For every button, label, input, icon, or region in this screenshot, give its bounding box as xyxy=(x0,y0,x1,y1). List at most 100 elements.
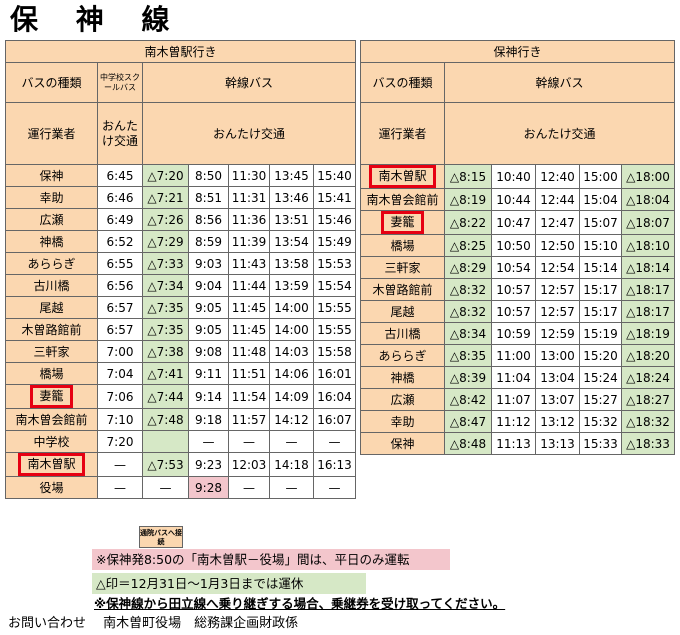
right-trunk-operator: おんたけ交通 xyxy=(444,102,675,165)
left-table-row: 橋場 7:04 △7:41 9:11 11:51 14:06 16:01 xyxy=(5,362,356,385)
trunk-bus-time: 15:04 xyxy=(579,188,622,211)
trunk-bus-time: 11:13 xyxy=(491,432,536,455)
trunk-bus-time: △8:22 xyxy=(444,210,492,235)
trunk-bus-time: 10:57 xyxy=(491,300,536,323)
trunk-bus-time: △18:00 xyxy=(621,164,675,189)
stop-name: 南木曽駅 xyxy=(18,453,85,476)
school-bus-time: 7:20 xyxy=(97,430,143,453)
trunk-bus-time: 15:14 xyxy=(579,256,622,279)
right-table-row: 幸助 △8:47 11:12 13:12 15:32 △18:32 xyxy=(360,410,675,433)
trunk-bus-time: 11:57 xyxy=(228,408,270,431)
trunk-bus-time: 15:55 xyxy=(313,296,356,319)
trunk-bus-time: 13:54 xyxy=(269,230,314,253)
trunk-bus-time: 9:08 xyxy=(188,340,229,363)
trunk-bus-time: △7:35 xyxy=(142,318,189,341)
trunk-bus-time: △18:14 xyxy=(621,256,675,279)
school-bus-time: 6:55 xyxy=(97,252,143,275)
trunk-bus-time: △8:35 xyxy=(444,344,492,367)
trunk-bus-time: 16:04 xyxy=(313,384,356,409)
note-weekday-only: ※保神発8:50の「南木曽駅－役場」間は、平日のみ運転 xyxy=(92,549,450,570)
trunk-bus-time: 9:14 xyxy=(188,384,229,409)
trunk-bus-time: 13:51 xyxy=(269,208,314,231)
trunk-bus-time: △7:48 xyxy=(142,408,189,431)
left-table-row: あららぎ 6:55 △7:33 9:03 11:43 13:58 15:53 xyxy=(5,252,356,275)
right-table-row: 神橋 △8:39 11:04 13:04 15:24 △18:24 xyxy=(360,366,675,389)
school-bus-time: 6:46 xyxy=(97,186,143,209)
trunk-bus-time: 16:07 xyxy=(313,408,356,431)
trunk-bus-time: 11:04 xyxy=(491,366,536,389)
left-trunk-bus-label: 幹線バス xyxy=(142,62,356,103)
trunk-bus-time: △18:10 xyxy=(621,234,675,257)
trunk-bus-time: — xyxy=(313,430,356,453)
trunk-bus-time: 12:57 xyxy=(535,300,580,323)
trunk-bus-time: △7:26 xyxy=(142,208,189,231)
trunk-bus-time: △18:24 xyxy=(621,366,675,389)
trunk-bus-time: 10:54 xyxy=(491,256,536,279)
school-bus-time: — xyxy=(97,452,143,477)
trunk-bus-time: 10:57 xyxy=(491,278,536,301)
trunk-bus-time: △8:42 xyxy=(444,388,492,411)
stop-name: 古川橋 xyxy=(384,327,421,341)
trunk-bus-time: 15:27 xyxy=(579,388,622,411)
trunk-bus-time: △8:47 xyxy=(444,410,492,433)
note-holiday-suspension: △印＝12月31日～1月3日までは運休 xyxy=(92,573,366,594)
trunk-bus-time: 11:45 xyxy=(228,318,270,341)
transfer-note: 通院バスへ接続 xyxy=(139,526,183,548)
trunk-bus-time: 10:44 xyxy=(491,188,536,211)
trunk-bus-time: 9:28 xyxy=(188,476,229,499)
right-table-row: 広瀬 △8:42 11:07 13:07 15:27 △18:27 xyxy=(360,388,675,411)
left-table-row: 尾越 6:57 △7:35 9:05 11:45 14:00 15:55 xyxy=(5,296,356,319)
trunk-bus-time: 10:47 xyxy=(491,210,536,235)
trunk-bus-time: 15:46 xyxy=(313,208,356,231)
stop-name: 役場 xyxy=(39,481,64,495)
trunk-bus-time: △7:34 xyxy=(142,274,189,297)
trunk-bus-time: 15:40 xyxy=(313,164,356,187)
trunk-bus-time: △7:38 xyxy=(142,340,189,363)
school-bus-label: 中学校スクールバス xyxy=(100,72,140,92)
trunk-bus-time: 11:07 xyxy=(491,388,536,411)
trunk-bus-time: 11:44 xyxy=(228,274,270,297)
trunk-bus-time: 9:04 xyxy=(188,274,229,297)
left-operator-label: 運行業者 xyxy=(5,102,98,165)
trunk-bus-time: 11:00 xyxy=(491,344,536,367)
stop-name: 三軒家 xyxy=(384,261,421,275)
trunk-bus-time: △8:34 xyxy=(444,322,492,345)
trunk-bus-time: △7:29 xyxy=(142,230,189,253)
right-table-row: 橋場 △8:25 10:50 12:50 15:10 △18:10 xyxy=(360,234,675,257)
trunk-bus-time: △7:44 xyxy=(142,384,189,409)
trunk-bus-time: 11:43 xyxy=(228,252,270,275)
trunk-bus-time: 15:32 xyxy=(579,410,622,433)
trunk-bus-time: 10:59 xyxy=(491,322,536,345)
trunk-bus-time: 15:49 xyxy=(313,230,356,253)
trunk-bus-time: 12:44 xyxy=(535,188,580,211)
school-bus-time: 7:06 xyxy=(97,384,143,409)
trunk-bus-time: △8:39 xyxy=(444,366,492,389)
stop-name: あららぎ xyxy=(27,257,76,271)
left-table-row: 幸助 6:46 △7:21 8:51 11:31 13:46 15:41 xyxy=(5,186,356,209)
trunk-bus-time: 14:18 xyxy=(269,452,314,477)
trunk-bus-time: 11:45 xyxy=(228,296,270,319)
right-type-label: バスの種類 xyxy=(360,62,445,103)
left-table-row: 中学校 7:20— — — — xyxy=(5,430,356,453)
right-table-row: 木曽路館前 △8:32 10:57 12:57 15:17 △18:17 xyxy=(360,278,675,301)
trunk-bus-time: 15:58 xyxy=(313,340,356,363)
trunk-bus-time: — xyxy=(188,430,229,453)
trunk-bus-time: △8:48 xyxy=(444,432,492,455)
trunk-bus-time: — xyxy=(269,430,314,453)
school-bus-time: 7:10 xyxy=(97,408,143,431)
right-operator-label: 運行業者 xyxy=(360,102,445,165)
trunk-bus-time: 12:40 xyxy=(535,164,580,189)
trunk-bus-time: △7:35 xyxy=(142,296,189,319)
left-type-label: バスの種類 xyxy=(5,62,98,103)
trunk-bus-time: 9:03 xyxy=(188,252,229,275)
stop-name: 木曽路館前 xyxy=(21,323,82,337)
right-table-row: 南木曽会館前 △8:19 10:44 12:44 15:04 △18:04 xyxy=(360,188,675,211)
trunk-bus-time: 12:59 xyxy=(535,322,580,345)
trunk-bus-time: 8:59 xyxy=(188,230,229,253)
right-table-row: 三軒家 △8:29 10:54 12:54 15:14 △18:14 xyxy=(360,256,675,279)
trunk-bus-time: 9:23 xyxy=(188,452,229,477)
trunk-bus-time: △18:17 xyxy=(621,300,675,323)
stop-name: 妻籠 xyxy=(30,385,73,408)
stop-name: 南木曽会館前 xyxy=(366,193,439,207)
page-title: 保 神 線 xyxy=(10,3,184,36)
